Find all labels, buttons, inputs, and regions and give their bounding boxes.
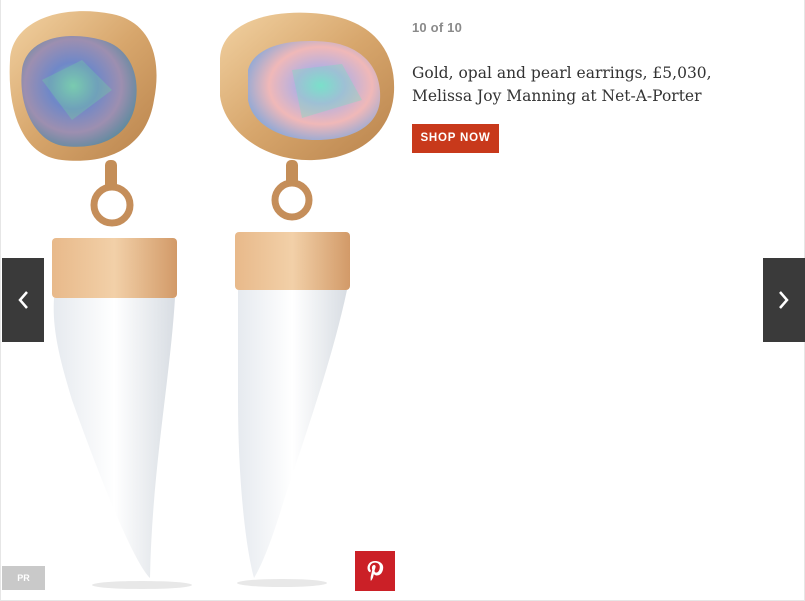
chevron-left-icon	[18, 291, 28, 309]
previous-slide-button[interactable]	[2, 258, 44, 342]
pinterest-icon	[367, 561, 384, 581]
earrings-image	[9, 11, 395, 589]
pinterest-button[interactable]	[355, 551, 395, 591]
chevron-right-icon	[779, 291, 789, 309]
photo-credit-badge: PR	[2, 566, 45, 590]
shop-now-button[interactable]: SHOP NOW	[412, 124, 499, 153]
slide-counter: 10 of 10	[412, 20, 463, 35]
product-image	[2, 0, 404, 598]
caption-line-1: Gold, opal and pearl earrings, £5,030,	[412, 64, 712, 82]
caption-line-2: Melissa Joy Manning at Net-A-Porter	[412, 87, 702, 105]
next-slide-button[interactable]	[763, 258, 805, 342]
slide-caption: Gold, opal and pearl earrings, £5,030, M…	[412, 62, 742, 108]
